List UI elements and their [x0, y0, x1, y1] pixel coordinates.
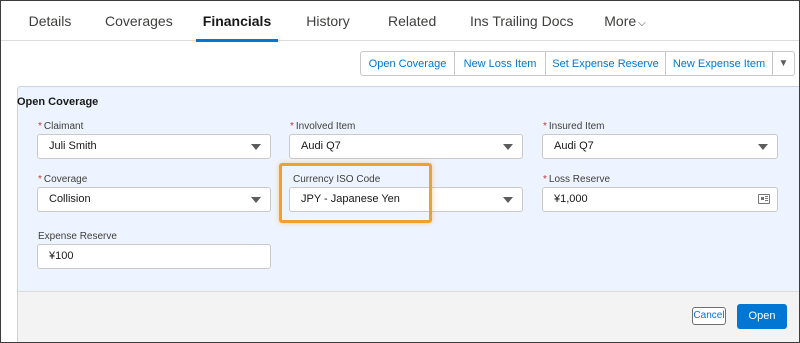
tab-bar: Details Coverages Financials History Rel… [1, 1, 799, 42]
claimant-label: * Claimant [38, 121, 84, 132]
loss-reserve-input[interactable]: ¥1,000 [542, 187, 778, 212]
chevron-down-icon [503, 144, 513, 150]
insured-item-label: * Insured Item [543, 121, 605, 132]
chevron-down-icon [503, 197, 513, 203]
new-expense-item-button[interactable]: New Expense Item [666, 51, 773, 76]
tab-related[interactable]: Related [388, 1, 436, 41]
tab-details[interactable]: Details [27, 1, 73, 41]
required-marker: * [38, 121, 42, 132]
expense-reserve-label: Expense Reserve [38, 231, 117, 242]
more-actions-button[interactable]: ▼ [773, 51, 795, 76]
open-button[interactable]: Open [737, 304, 787, 329]
chevron-down-icon [758, 144, 768, 150]
tab-ins-trailing-docs[interactable]: Ins Trailing Docs [470, 1, 573, 41]
involved-item-select[interactable]: Audi Q7 [289, 134, 523, 159]
action-button-group: Open Coverage New Loss Item Set Expense … [360, 51, 795, 76]
coverage-label: * Coverage [38, 174, 88, 185]
new-loss-item-button[interactable]: New Loss Item [455, 51, 546, 76]
chevron-down-icon [251, 144, 261, 150]
modal-footer [18, 291, 799, 342]
chevron-down-icon: ⌵ [638, 18, 646, 29]
expense-reserve-input[interactable]: ¥100 [37, 244, 271, 269]
set-expense-reserve-button[interactable]: Set Expense Reserve [546, 51, 666, 76]
required-marker: * [543, 121, 547, 132]
currency-iso-code-label: Currency ISO Code [293, 174, 381, 185]
tab-more-label: More [604, 13, 637, 29]
tab-coverages[interactable]: Coverages [105, 1, 173, 41]
involved-item-label: * Involved Item [290, 121, 356, 132]
tab-financials[interactable]: Financials [196, 1, 278, 42]
tab-more[interactable]: More ⌵ [604, 1, 646, 41]
panel-title: Open Coverage [17, 96, 99, 108]
cancel-button[interactable]: Cancel [692, 307, 726, 325]
required-marker: * [38, 174, 42, 185]
insured-item-select[interactable]: Audi Q7 [542, 134, 778, 159]
chevron-down-icon [251, 197, 261, 203]
screenshot-frame: Details Coverages Financials History Rel… [0, 0, 800, 343]
claimant-select[interactable]: Juli Smith [37, 134, 271, 159]
loss-reserve-label: * Loss Reserve [543, 174, 611, 185]
open-coverage-button[interactable]: Open Coverage [360, 51, 455, 76]
tab-history[interactable]: History [306, 1, 350, 41]
required-marker: * [290, 121, 294, 132]
currency-iso-code-select[interactable]: JPY - Japanese Yen [289, 187, 523, 212]
required-marker: * [543, 174, 547, 185]
calculator-icon [758, 194, 770, 204]
chevron-down-icon: ▼ [778, 58, 789, 69]
coverage-select[interactable]: Collision [37, 187, 271, 212]
